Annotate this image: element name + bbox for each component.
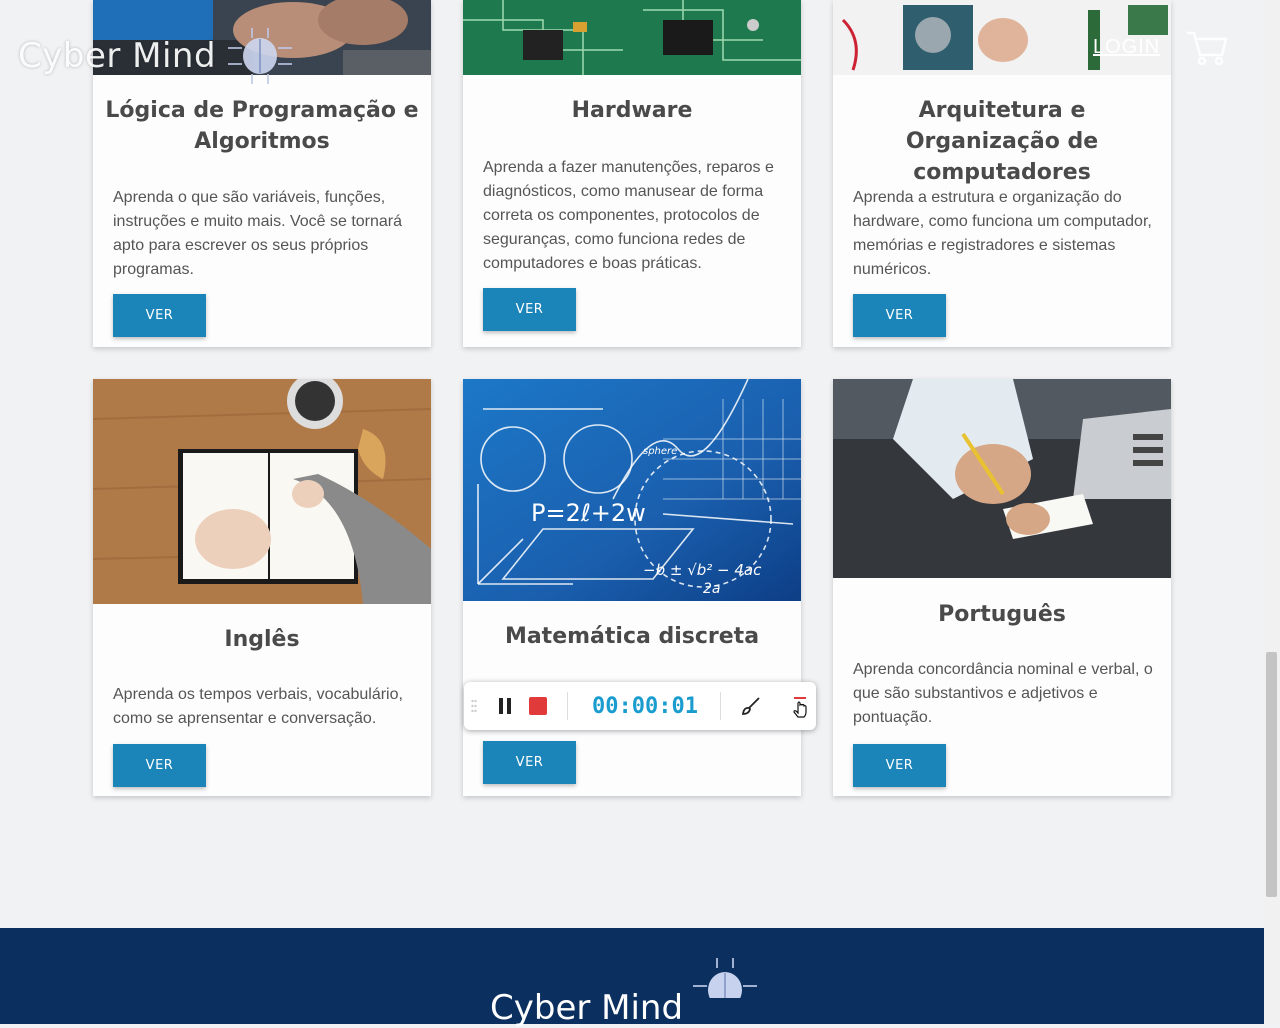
- divider: [720, 692, 721, 720]
- logo-text: Cyber Mind: [18, 36, 217, 76]
- minimize-icon[interactable]: [790, 695, 810, 721]
- divider: [567, 692, 568, 720]
- brush-icon[interactable]: [740, 695, 762, 717]
- stop-button[interactable]: [529, 697, 547, 715]
- course-image-notebook: [93, 379, 431, 604]
- math-formula-quadratic: −b ± √b² − 4ac: [643, 561, 762, 579]
- course-card-portugues: Português Aprenda concordância nominal e…: [833, 379, 1171, 796]
- recording-timer: 00:00:01: [592, 694, 698, 719]
- cart-icon[interactable]: [1186, 30, 1228, 66]
- course-card-ingles: Inglês Aprenda os tempos verbais, vocabu…: [93, 379, 431, 796]
- course-title: Inglês: [224, 627, 300, 652]
- course-image-circuit: [463, 0, 801, 75]
- course-description: Aprenda o que são variáveis, funções, in…: [113, 189, 403, 278]
- course-description: Aprenda concordância nominal e verbal, o…: [853, 661, 1153, 726]
- site-logo[interactable]: Cyber Mind: [18, 28, 293, 84]
- math-formula-main: P=2ℓ+2w: [531, 499, 646, 527]
- ver-button[interactable]: VER: [113, 744, 206, 787]
- course-title: Português: [938, 602, 1066, 627]
- math-formula-denominator: 2a: [703, 581, 721, 597]
- course-description: Aprenda a fazer manutenções, reparos e d…: [483, 159, 774, 272]
- course-image-math: P=2ℓ+2w sphere −b ± √b² − 4ac 2a: [463, 379, 801, 601]
- course-title: Hardware: [571, 98, 693, 123]
- course-image-writing: [833, 379, 1171, 578]
- course-title: Lógica de Programação e Algoritmos: [105, 98, 419, 154]
- brain-icon: [693, 958, 758, 998]
- ver-button[interactable]: VER: [483, 288, 576, 331]
- footer-logo-text: Cyber Mind: [490, 988, 684, 1028]
- course-description: Aprenda a estrutura e organização do har…: [853, 189, 1152, 278]
- course-card-matematica: P=2ℓ+2w sphere −b ± √b² − 4ac 2a Matemát…: [463, 379, 801, 796]
- screen-recorder-toolbar: 00:00:01: [464, 682, 816, 730]
- course-title: Arquitetura e Organização de computadore…: [905, 98, 1099, 185]
- ver-button[interactable]: VER: [113, 294, 206, 337]
- ver-button[interactable]: VER: [853, 744, 946, 787]
- login-link[interactable]: LOGIN: [1093, 36, 1160, 59]
- drag-handle-icon[interactable]: [471, 699, 477, 713]
- course-description: Aprenda os tempos verbais, vocabulário, …: [113, 686, 403, 727]
- pause-button[interactable]: [496, 696, 516, 716]
- course-title: Matemática discreta: [504, 624, 760, 649]
- site-footer: Cyber Mind: [0, 928, 1264, 1028]
- math-label-sphere: sphere: [643, 446, 677, 457]
- course-card-hardware: Hardware Aprenda a fazer manutenções, re…: [463, 0, 801, 347]
- brain-icon: [228, 28, 293, 84]
- scrollbar-thumb[interactable]: [1266, 652, 1277, 897]
- ver-button[interactable]: VER: [853, 294, 946, 337]
- footer-logo[interactable]: Cyber Mind: [490, 958, 758, 1028]
- ver-button[interactable]: VER: [483, 741, 576, 784]
